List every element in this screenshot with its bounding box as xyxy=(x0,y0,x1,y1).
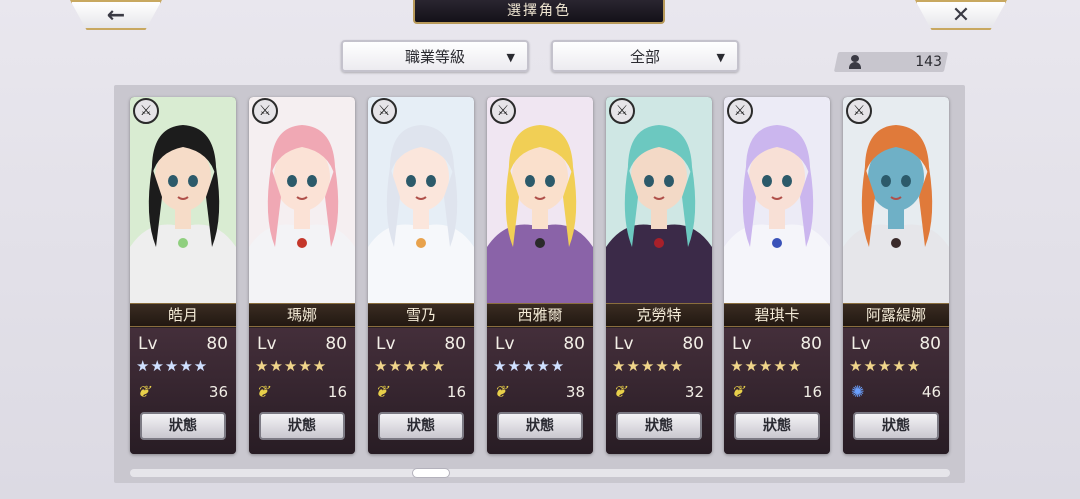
filter-dropdown[interactable]: 全部 ▼ xyxy=(551,40,739,72)
character-card[interactable]: ⚔ 西雅爾 Lv 80 ★★★★★ ❦ 38 狀態 xyxy=(487,97,593,454)
class-badge-icon: ⚔ xyxy=(609,98,635,124)
class-badge-icon: ⚔ xyxy=(371,98,397,124)
status-button[interactable]: 狀態 xyxy=(616,412,702,440)
horizontal-scrollbar[interactable] xyxy=(130,469,950,477)
character-count: 36 xyxy=(208,382,228,401)
level-value: 80 xyxy=(206,334,228,354)
level-label: Lv xyxy=(495,334,515,354)
level-value: 80 xyxy=(563,334,585,354)
wind-element-icon: ❦ xyxy=(372,382,393,401)
character-card[interactable]: ⚔ 克勞特 Lv 80 ★★★★★ ❦ 32 狀態 xyxy=(606,97,712,454)
chevron-down-icon: ▼ xyxy=(716,51,725,64)
roster-count: 143 xyxy=(846,52,942,72)
chevron-down-icon: ▼ xyxy=(506,51,515,64)
level-value: 80 xyxy=(800,334,822,354)
level-label: Lv xyxy=(138,334,158,354)
status-button[interactable]: 狀態 xyxy=(734,412,820,440)
character-card[interactable]: ⚔ 瑪娜 Lv 80 ★★★★★ ❦ 16 狀態 xyxy=(249,97,355,454)
level-label: Lv xyxy=(851,334,871,354)
level-label: Lv xyxy=(732,334,752,354)
wind-element-icon: ❦ xyxy=(134,382,155,401)
level-label: Lv xyxy=(614,334,634,354)
character-count: 46 xyxy=(921,382,941,401)
character-card[interactable]: ⚔ 雪乃 Lv 80 ★★★★★ ❦ 16 狀態 xyxy=(368,97,474,454)
status-button[interactable]: 狀態 xyxy=(259,412,345,440)
close-button[interactable]: ✕ xyxy=(915,0,1007,30)
wind-element-icon: ❦ xyxy=(253,382,274,401)
character-name: 瑪娜 xyxy=(249,303,355,327)
star-rating: ★★★★★ xyxy=(612,357,685,375)
character-stats: Lv 80 ★★★★★ ❦ 16 狀態 xyxy=(368,328,474,454)
character-count: 38 xyxy=(565,382,585,401)
class-badge-icon: ⚔ xyxy=(133,98,159,124)
roster-count-value: 143 xyxy=(915,54,942,70)
character-portrait: ⚔ xyxy=(368,97,474,303)
character-card[interactable]: ⚔ 碧琪卡 Lv 80 ★★★★★ ❦ 16 狀態 xyxy=(724,97,830,454)
class-level-sort-label: 職業等級 xyxy=(404,47,465,66)
class-level-sort-dropdown[interactable]: 職業等級 ▼ xyxy=(341,40,529,72)
character-portrait: ⚔ xyxy=(843,97,949,303)
character-portrait: ⚔ xyxy=(606,97,712,303)
level-value: 80 xyxy=(325,334,347,354)
wind-element-icon: ❦ xyxy=(728,382,749,401)
character-count: 32 xyxy=(684,382,704,401)
character-stats: Lv 80 ★★★★★ ❦ 16 狀態 xyxy=(724,328,830,454)
character-portrait: ⚔ xyxy=(487,97,593,303)
character-name: 碧琪卡 xyxy=(724,303,830,327)
character-name: 皓月 xyxy=(130,303,236,327)
character-stats: Lv 80 ★★★★★ ✺ 46 狀態 xyxy=(843,328,949,454)
status-button[interactable]: 狀態 xyxy=(378,412,464,440)
class-badge-icon: ⚔ xyxy=(846,98,872,124)
character-card[interactable]: ⚔ 皓月 Lv 80 ★★★★★ ❦ 36 狀態 xyxy=(130,97,236,454)
wind-element-icon: ❦ xyxy=(491,382,512,401)
level-label: Lv xyxy=(376,334,396,354)
star-rating: ★★★★★ xyxy=(730,357,803,375)
star-rating: ★★★★★ xyxy=(136,357,209,375)
wind-element-icon: ❦ xyxy=(610,382,631,401)
close-icon: ✕ xyxy=(951,2,971,28)
back-arrow-icon: ← xyxy=(106,2,126,28)
class-badge-icon: ⚔ xyxy=(490,98,516,124)
page-title: 選擇角色 xyxy=(413,0,665,24)
filter-label: 全部 xyxy=(629,47,660,66)
character-stats: Lv 80 ★★★★★ ❦ 38 狀態 xyxy=(487,328,593,454)
character-count: 16 xyxy=(327,382,347,401)
status-button[interactable]: 狀態 xyxy=(853,412,939,440)
character-count: 16 xyxy=(446,382,466,401)
person-icon xyxy=(848,55,862,69)
character-portrait: ⚔ xyxy=(724,97,830,303)
star-rating: ★★★★★ xyxy=(849,357,922,375)
character-name: 阿露緹娜 xyxy=(843,303,949,327)
water-element-icon: ✺ xyxy=(851,382,865,401)
character-name: 雪乃 xyxy=(368,303,474,327)
character-count: 16 xyxy=(802,382,822,401)
status-button[interactable]: 狀態 xyxy=(140,412,226,440)
character-stats: Lv 80 ★★★★★ ❦ 32 狀態 xyxy=(606,328,712,454)
character-portrait: ⚔ xyxy=(249,97,355,303)
character-card[interactable]: ⚔ 阿露緹娜 Lv 80 ★★★★★ ✺ 46 狀態 xyxy=(843,97,949,454)
character-stats: Lv 80 ★★★★★ ❦ 36 狀態 xyxy=(130,328,236,454)
character-stats: Lv 80 ★★★★★ ❦ 16 狀態 xyxy=(249,328,355,454)
scrollbar-thumb[interactable] xyxy=(412,468,450,478)
level-value: 80 xyxy=(444,334,466,354)
level-value: 80 xyxy=(682,334,704,354)
class-badge-icon: ⚔ xyxy=(727,98,753,124)
level-value: 80 xyxy=(919,334,941,354)
class-badge-icon: ⚔ xyxy=(252,98,278,124)
star-rating: ★★★★★ xyxy=(255,357,328,375)
character-portrait: ⚔ xyxy=(130,97,236,303)
level-label: Lv xyxy=(257,334,277,354)
character-name: 克勞特 xyxy=(606,303,712,327)
back-button[interactable]: ← xyxy=(70,0,162,30)
star-rating: ★★★★★ xyxy=(493,357,566,375)
status-button[interactable]: 狀態 xyxy=(497,412,583,440)
star-rating: ★★★★★ xyxy=(374,357,447,375)
character-name: 西雅爾 xyxy=(487,303,593,327)
